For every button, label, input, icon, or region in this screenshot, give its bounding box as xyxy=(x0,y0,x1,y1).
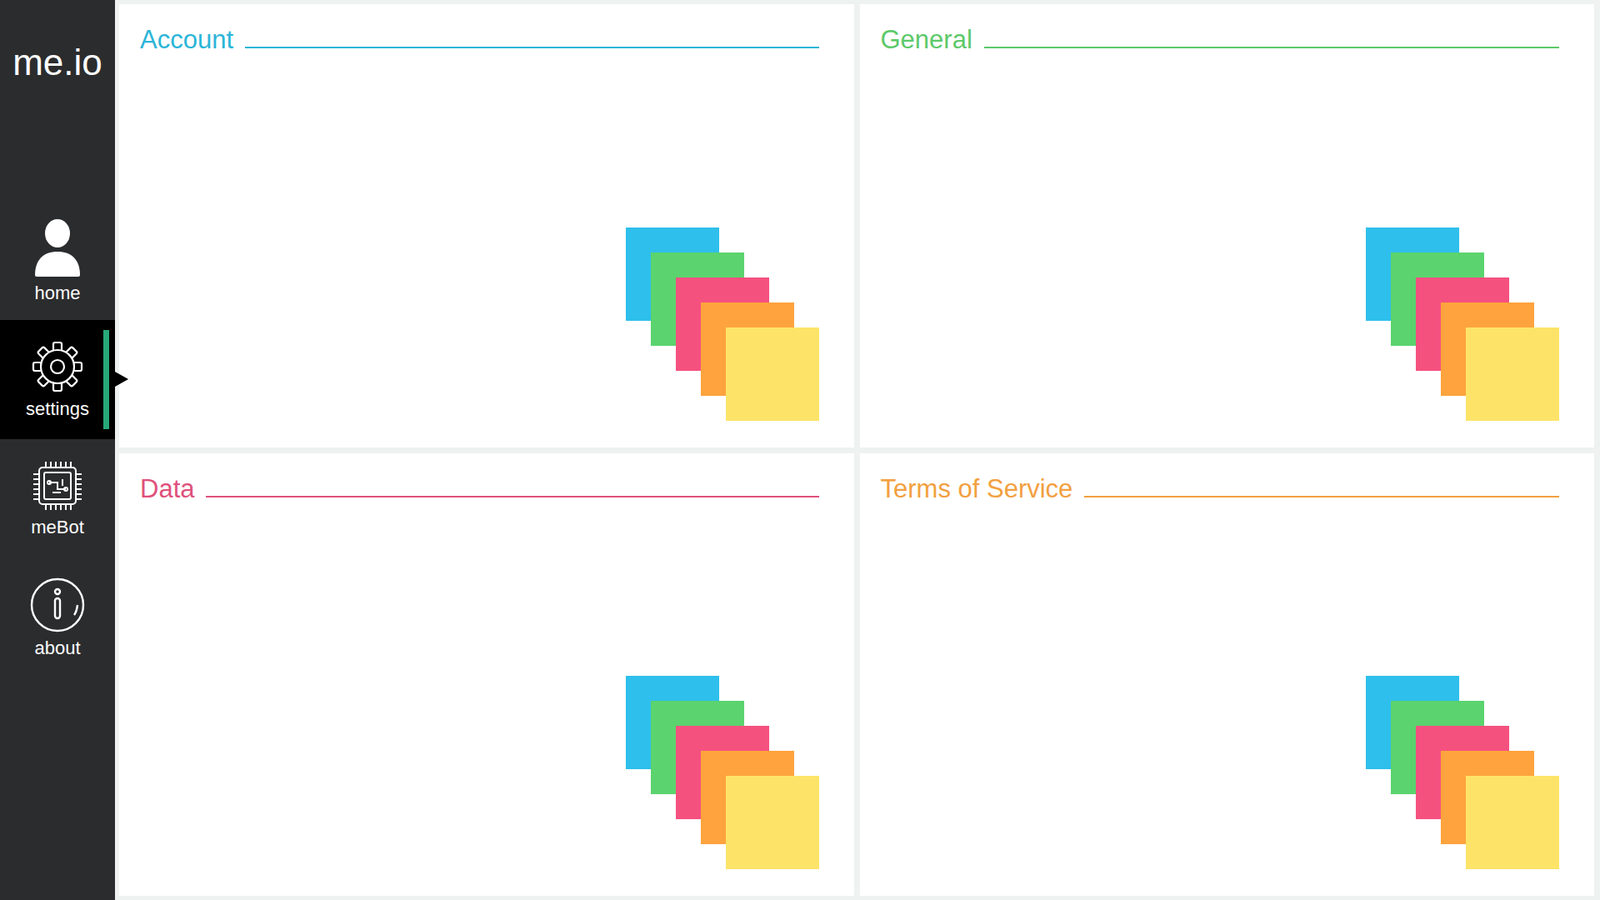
panel-title: Terms of Service xyxy=(880,473,1074,505)
sidebar-item-label: home xyxy=(34,281,80,305)
panel-title: Account xyxy=(140,24,234,56)
app: me.io home settings meBot about Account Genera… xyxy=(0,0,1600,900)
info-icon xyxy=(29,576,86,634)
panel-title: General xyxy=(880,24,973,56)
panel-header: General xyxy=(880,24,1560,56)
sidebar-item-label: meBot xyxy=(30,515,85,540)
settings-panel[interactable]: Account xyxy=(119,4,855,448)
panel-header: Terms of Service xyxy=(880,473,1560,505)
selected-pointer xyxy=(115,371,129,387)
sidebar-item-label: settings xyxy=(25,397,90,421)
panel-header: Data xyxy=(140,473,820,505)
sidebar-item[interactable]: home xyxy=(0,200,115,320)
panel-title-line xyxy=(1084,495,1560,498)
selected-bar xyxy=(103,330,110,430)
gear-icon xyxy=(30,339,85,395)
person-icon xyxy=(31,216,84,279)
sidebar-item[interactable]: meBot xyxy=(0,439,115,559)
panel-title-line xyxy=(245,46,819,49)
color-squares-icon xyxy=(625,675,820,870)
color-squares-icon xyxy=(1365,227,1560,421)
settings-panel[interactable]: Terms of Service xyxy=(860,453,1595,897)
sidebar-item[interactable]: settings xyxy=(0,320,115,440)
color-squares-icon xyxy=(1365,675,1560,870)
settings-panel[interactable]: General xyxy=(860,4,1595,448)
panel-title-line xyxy=(984,46,1560,49)
panel-title: Data xyxy=(140,473,195,505)
color-squares-icon xyxy=(625,227,820,421)
sidebar-item-label: about xyxy=(34,636,80,660)
panel-header: Account xyxy=(140,24,820,56)
sidebar: me.io home settings meBot about xyxy=(0,0,115,900)
panel-title-line xyxy=(205,495,819,498)
chip-icon xyxy=(30,459,85,513)
logo: me.io xyxy=(0,0,115,201)
settings-grid: Account General Data Terms of Service xyxy=(115,0,1600,900)
sidebar-item[interactable]: about xyxy=(0,558,115,678)
settings-panel[interactable]: Data xyxy=(119,453,855,897)
